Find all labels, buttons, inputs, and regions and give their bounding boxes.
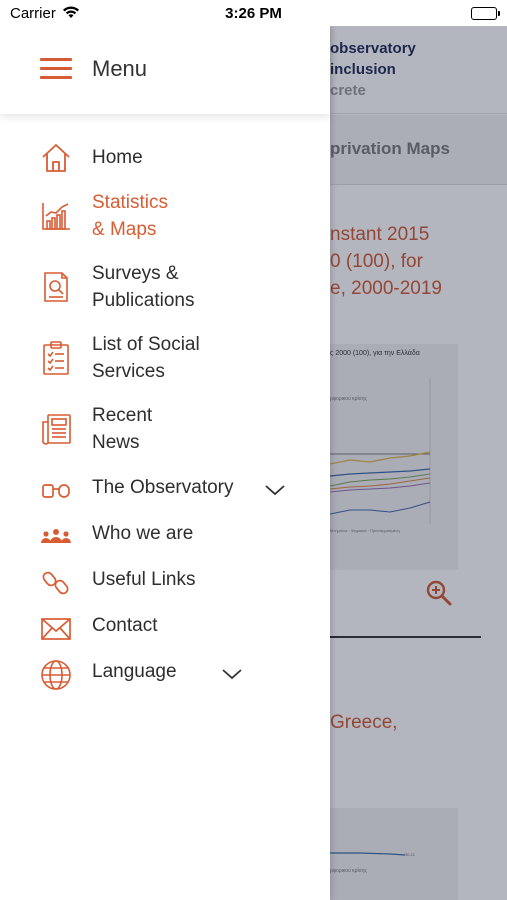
menu-item-who-we-are[interactable]: Who we are [0, 519, 330, 555]
menu-item-social-services[interactable]: List of Social Services [0, 331, 330, 387]
envelope-icon [39, 612, 73, 646]
drawer-title: Menu [92, 56, 148, 81]
home-icon [39, 141, 73, 175]
globe-icon [39, 658, 73, 692]
menu-item-label: Recent News [92, 405, 153, 453]
menu-item-label: Home [92, 147, 143, 168]
chevron-down-icon[interactable] [264, 483, 286, 497]
drawer-backdrop[interactable] [330, 26, 507, 900]
menu-item-statistics-maps[interactable]: Statistics & Maps [0, 189, 330, 245]
document-search-icon [39, 270, 73, 304]
menu-item-the-observatory[interactable]: The Observatory [0, 473, 330, 509]
chevron-down-icon[interactable] [221, 667, 243, 681]
menu-item-label: Who we are [92, 523, 194, 544]
status-bar: Carrier 3:26 PM [0, 0, 507, 26]
menu-item-language[interactable]: Language [0, 657, 330, 693]
menu-item-label: Statistics & Maps [92, 192, 169, 240]
menu-item-label: The Observatory [92, 477, 234, 498]
bar-chart-icon [39, 199, 73, 233]
binoculars-icon [39, 474, 73, 508]
menu-item-recent-news[interactable]: Recent News [0, 402, 330, 458]
group-icon [39, 520, 73, 554]
clock: 3:26 PM [225, 5, 282, 22]
menu-item-label: List of Social Services [92, 334, 200, 382]
battery-icon [471, 7, 500, 20]
menu-item-home[interactable]: Home [0, 140, 330, 180]
menu-item-surveys-publications[interactable]: Surveys & Publications [0, 260, 330, 316]
menu-item-label: Language [92, 661, 177, 682]
menu-item-contact[interactable]: Contact [0, 611, 330, 647]
link-icon [39, 566, 73, 600]
hamburger-menu-icon[interactable] [40, 58, 72, 80]
newspaper-icon [39, 412, 73, 446]
clipboard-checklist-icon [39, 341, 73, 375]
navigation-drawer: Menu Home Statistics & Maps Surveys & Pu… [0, 26, 330, 900]
menu-item-label: Surveys & Publications [92, 263, 195, 311]
menu-item-label: Useful Links [92, 569, 196, 590]
drawer-header: Menu [0, 26, 330, 114]
menu-item-label: Contact [92, 615, 158, 636]
menu-item-useful-links[interactable]: Useful Links [0, 565, 330, 601]
